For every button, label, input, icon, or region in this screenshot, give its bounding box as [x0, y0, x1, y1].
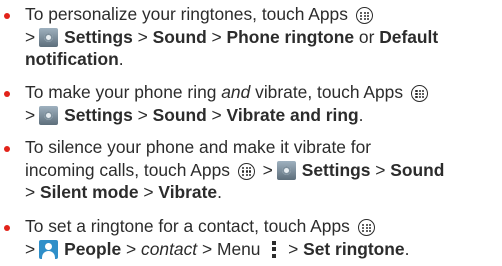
apps-icon — [357, 219, 375, 236]
settings-label: Settings — [301, 159, 371, 180]
settings-icon — [39, 27, 59, 47]
separator: > — [25, 104, 36, 125]
line: notification. — [25, 48, 500, 71]
separator: > — [25, 238, 36, 259]
text-run: vibrate, touch Apps — [255, 82, 404, 102]
separator: > — [262, 159, 273, 180]
separator: > — [137, 26, 148, 47]
sound-label: Sound — [390, 159, 445, 180]
separator: > — [25, 26, 36, 47]
separator: > — [375, 159, 386, 180]
separator: > — [126, 238, 137, 259]
separator: > — [143, 182, 154, 202]
apps-icon — [355, 7, 373, 24]
line: incoming calls, touch Apps > Settings > S… — [25, 159, 500, 182]
set-ringtone-label: Set ringtone — [303, 238, 405, 259]
people-icon — [39, 239, 59, 259]
text-run: To set a ringtone for a contact, touch A… — [25, 216, 350, 236]
bullet-text: To make your phone ring and vibrate, tou… — [25, 81, 500, 126]
line: > Settings > Sound > Phone ringtone or De… — [25, 26, 500, 49]
sound-label: Sound — [152, 104, 207, 125]
bullet-text: To silence your phone and make it vibrat… — [25, 136, 500, 204]
settings-label: Settings — [64, 26, 133, 47]
notification-label: notification — [25, 49, 119, 69]
line: To set a ringtone for a contact, touch A… — [25, 215, 500, 238]
contact-placeholder: contact — [141, 238, 198, 259]
text-run: or — [358, 26, 375, 47]
vibrate-and-ring-label: Vibrate and ring — [226, 104, 359, 125]
apps-icon — [410, 85, 428, 102]
period: . — [404, 238, 410, 259]
settings-icon — [39, 105, 59, 125]
text-run: To make your phone ring — [25, 82, 217, 102]
separator: > — [288, 238, 299, 259]
sound-label: Sound — [152, 26, 207, 47]
settings-icon — [276, 160, 296, 180]
separator: > — [137, 104, 148, 125]
period: . — [217, 182, 222, 202]
separator: > — [201, 238, 213, 259]
text-run: Menu — [216, 238, 261, 259]
text-run: To silence your phone and make it vibrat… — [25, 137, 372, 157]
line: > Silent mode > Vibrate. — [25, 181, 500, 204]
bullet-text: To personalize your ringtones, touch App… — [25, 3, 500, 71]
bullet-dot — [4, 13, 10, 19]
line: > People > contact > Menu > Set ringtone. — [25, 238, 500, 261]
line: To make your phone ring and vibrate, tou… — [25, 81, 500, 104]
default-label: Default — [379, 26, 439, 47]
bullet-dot — [4, 91, 10, 97]
settings-label: Settings — [64, 104, 133, 125]
bullet-text: To set a ringtone for a contact, touch A… — [25, 215, 500, 260]
silent-mode-label: Silent mode — [40, 182, 139, 202]
phone-ringtone-label: Phone ringtone — [226, 26, 355, 47]
bullet-dot — [4, 146, 10, 152]
vibrate-label: Vibrate — [158, 182, 218, 202]
emphasis: and — [221, 82, 251, 102]
separator: > — [211, 26, 222, 47]
text-run: To personalize your ringtones, touch App… — [25, 4, 348, 24]
period: . — [358, 104, 364, 125]
period: . — [118, 49, 124, 69]
separator: > — [211, 104, 222, 125]
text-run: incoming calls, touch Apps — [25, 159, 230, 180]
people-label: People — [64, 238, 122, 259]
apps-icon — [237, 162, 255, 180]
menu-icon — [271, 240, 277, 258]
separator: > — [25, 182, 36, 202]
line: To personalize your ringtones, touch App… — [25, 3, 500, 26]
line: > Settings > Sound > Vibrate and ring. — [25, 104, 500, 127]
bullet-dot — [4, 225, 10, 231]
line: To silence your phone and make it vibrat… — [25, 136, 500, 159]
